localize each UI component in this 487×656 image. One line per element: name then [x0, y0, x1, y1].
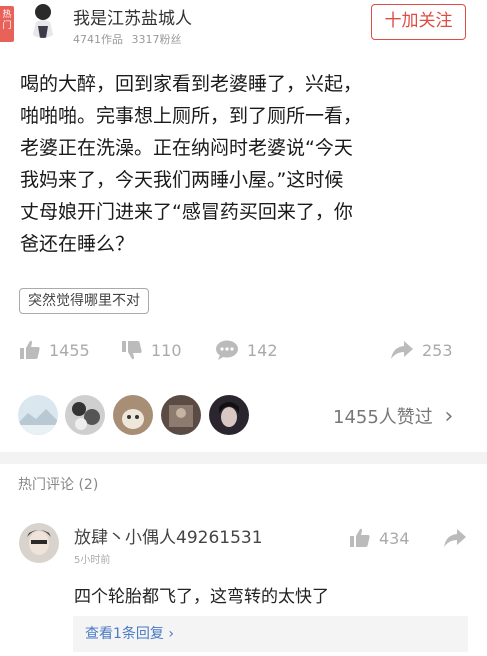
likers-summary[interactable]: 1455人赞过 › [333, 403, 453, 429]
liker-avatar[interactable] [161, 395, 201, 435]
comment-count: 142 [247, 340, 278, 360]
post-line: 爸还在睡么？ [20, 233, 135, 255]
author-name[interactable]: 我是江苏盐城人 [73, 4, 192, 29]
follow-button[interactable]: 十加关注 [371, 4, 466, 40]
share-count: 253 [422, 340, 453, 360]
author-meta: 4741作品 3317粉丝 [73, 31, 182, 47]
commenter-avatar[interactable] [19, 523, 59, 563]
post-line: 啪啪啪。完事想上厕所，到了厕所一看， [20, 105, 363, 127]
share-icon [391, 341, 413, 359]
section-divider [0, 452, 487, 464]
liker-avatar[interactable] [209, 395, 249, 435]
dislike-count: 110 [151, 340, 182, 360]
share-action[interactable]: 253 [390, 338, 453, 362]
like-count: 1455 [49, 340, 90, 360]
chevron-right-icon: › [444, 404, 454, 429]
comment-icon [216, 340, 238, 360]
post-line: 喝的大醉，回到家看到老婆睡了，兴起， [20, 73, 363, 95]
view-replies-link[interactable]: 查看1条回复 › [73, 616, 468, 652]
share-icon [444, 529, 466, 547]
liker-avatar[interactable] [18, 395, 58, 435]
post-line: 老婆正在洗澡。正在纳闷时老婆说“今天 [20, 137, 353, 159]
post-body: 喝的大醉，回到家看到老婆睡了，兴起， 啪啪啪。完事想上厕所，到了厕所一看， 老婆… [20, 68, 470, 260]
thumbs-up-icon [20, 340, 40, 359]
comment-share-action[interactable] [443, 527, 467, 553]
fans-count: 3317粉丝 [131, 33, 182, 46]
post-line: 我妈来了，今天我们两睡小屋。”这时候 [20, 169, 344, 191]
comment-text: 四个轮胎都飞了，这弯转的太快了 [74, 587, 329, 607]
comment-timestamp: 5小时前 [74, 555, 111, 566]
dislike-action[interactable]: 110 [121, 338, 182, 362]
comment-action[interactable]: 142 [215, 338, 278, 362]
thumbs-down-icon [122, 341, 142, 360]
thumbs-up-icon [350, 528, 370, 547]
comment-author-name[interactable]: 放肆丶小偶人49261531 [74, 523, 263, 548]
liker-avatar[interactable] [113, 395, 153, 435]
hot-tag: 热门 [0, 6, 14, 42]
works-count: 4741作品 [73, 33, 123, 46]
post-tag-chip[interactable]: 突然觉得哪里不对 [19, 288, 149, 314]
comment-like-action[interactable]: 434 [349, 526, 410, 550]
post-line: 丈母娘开门进来了“感冒药买回来了，你 [20, 201, 353, 223]
liker-avatar[interactable] [65, 395, 105, 435]
author-avatar[interactable] [24, 0, 62, 38]
comment-like-count: 434 [379, 528, 410, 548]
like-action[interactable]: 1455 [19, 338, 90, 362]
comments-section-title: 热门评论 (2) [18, 477, 99, 493]
